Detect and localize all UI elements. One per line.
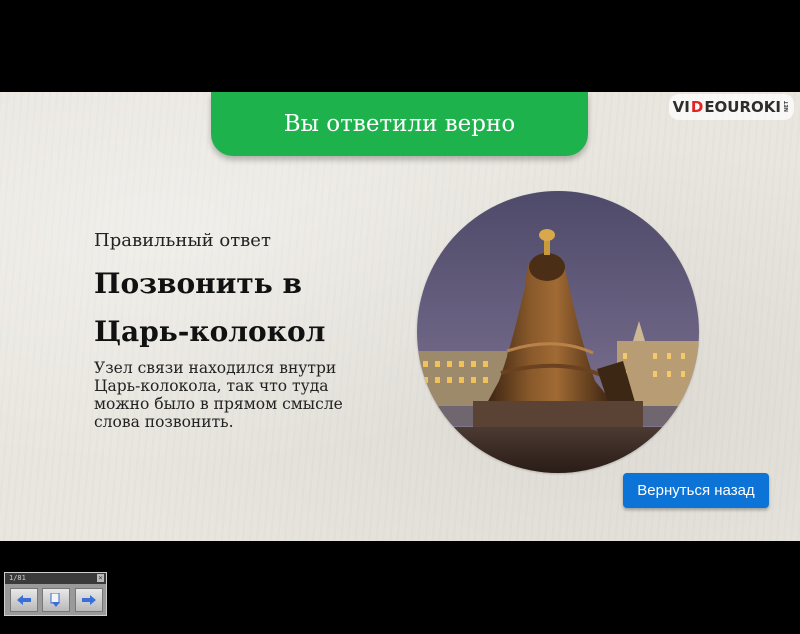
result-banner: Вы ответили верно: [211, 92, 588, 156]
logo-suffix: NET: [784, 101, 790, 113]
logo-text-1: VI: [672, 98, 690, 116]
answer-line-1: Позвонить в: [94, 267, 302, 300]
arrow-left-icon: [17, 595, 31, 605]
logo-text-3: EOUROKI: [704, 98, 781, 116]
subtitle: Правильный ответ: [94, 230, 271, 251]
answer-line-2: Царь-колокол: [94, 315, 326, 348]
slide-counter: 1/81: [9, 574, 26, 582]
back-button[interactable]: Вернуться назад: [623, 473, 769, 508]
navigator-close-button[interactable]: ×: [97, 574, 104, 582]
arrow-right-icon: [82, 595, 96, 605]
previous-slide-button[interactable]: [10, 588, 38, 612]
next-slide-button[interactable]: [75, 588, 103, 612]
answer-description: Узел связи находился внутри Царь-колокол…: [94, 359, 343, 431]
slide-navigator: 1/81 ×: [4, 572, 107, 616]
navigator-header: 1/81 ×: [5, 573, 106, 584]
slide: Вы ответили верно VI D EOUROKI NET Правиль…: [0, 92, 800, 541]
logo-text-2: D: [690, 98, 704, 116]
tsar-bell-illustration: [417, 191, 699, 473]
tsar-bell-photo: [417, 191, 699, 473]
videouroki-logo: VI D EOUROKI NET: [668, 94, 794, 120]
page-list-icon: [50, 593, 60, 607]
slide-list-button[interactable]: [42, 588, 70, 612]
answer-title: Позвонить в Царь-колокол: [94, 260, 394, 356]
